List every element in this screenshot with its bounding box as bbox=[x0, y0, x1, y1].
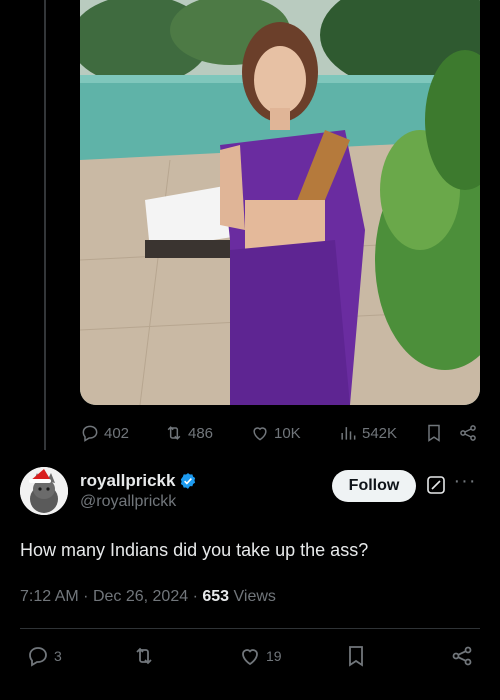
reply-icon bbox=[29, 647, 47, 667]
more-icon[interactable]: ··· bbox=[452, 471, 478, 497]
post-views-label: Views bbox=[233, 588, 276, 605]
photo-illustration bbox=[80, 0, 480, 405]
avatar[interactable] bbox=[20, 467, 68, 515]
bookmark-button[interactable] bbox=[344, 644, 368, 668]
author-handle[interactable]: @royallprickk bbox=[80, 493, 197, 511]
like-icon bbox=[242, 649, 258, 666]
repost-icon bbox=[167, 426, 181, 440]
parent-post-metrics: 402 486 10K 542K bbox=[80, 418, 480, 448]
author-names: royallprickk @royallprickk bbox=[80, 471, 197, 511]
bookmark-icon bbox=[349, 646, 363, 667]
like-icon bbox=[253, 427, 267, 441]
divider bbox=[20, 628, 480, 629]
follow-button[interactable]: Follow bbox=[332, 470, 416, 502]
post-action-bar: 3 19 bbox=[20, 644, 480, 672]
share-icon bbox=[452, 646, 472, 666]
post-author-row: royallprickk @royallprickk Follow ··· bbox=[20, 467, 480, 527]
author-display-name-row[interactable]: royallprickk bbox=[80, 471, 197, 491]
reply-button[interactable]: 3 bbox=[26, 644, 62, 668]
post-photo[interactable] bbox=[80, 0, 480, 405]
post-text: How many Indians did you take up the ass… bbox=[20, 540, 369, 560]
repost-icon bbox=[136, 647, 152, 665]
verified-badge-icon bbox=[179, 472, 197, 490]
views-icon bbox=[341, 427, 356, 440]
post-date[interactable]: Dec 26, 2024 bbox=[93, 588, 188, 605]
repost-button[interactable] bbox=[132, 644, 156, 668]
thread-connector-line bbox=[44, 0, 46, 450]
parent-repost-count: 486 bbox=[188, 424, 214, 442]
parent-share-button[interactable] bbox=[458, 423, 478, 443]
grok-icon[interactable] bbox=[426, 475, 446, 495]
post-meta: 7:12 AM · Dec 26, 2024 · 653 Views bbox=[20, 588, 276, 606]
bookmark-icon bbox=[428, 424, 440, 442]
parent-like-button[interactable]: 10K bbox=[250, 423, 301, 443]
meta-separator: · bbox=[83, 588, 93, 605]
share-icon bbox=[460, 425, 476, 441]
parent-reply-count: 402 bbox=[104, 424, 130, 442]
share-button[interactable] bbox=[450, 644, 474, 668]
parent-like-count: 10K bbox=[274, 424, 301, 442]
parent-reply-button[interactable]: 402 bbox=[80, 423, 129, 443]
meta-separator: · bbox=[192, 588, 203, 605]
parent-bookmark-button[interactable] bbox=[424, 423, 444, 443]
like-button[interactable]: 19 bbox=[238, 644, 282, 668]
parent-repost-button[interactable]: 486 bbox=[164, 423, 213, 443]
author-display-name: royallprickk bbox=[80, 471, 176, 490]
post-time[interactable]: 7:12 AM bbox=[20, 588, 79, 605]
parent-views-count: 542K bbox=[362, 424, 398, 442]
cat-santa-avatar-image bbox=[20, 467, 68, 515]
reply-count: 3 bbox=[54, 648, 62, 664]
reply-icon bbox=[82, 425, 98, 442]
parent-views-button[interactable]: 542K bbox=[338, 423, 397, 443]
post-views-count: 653 bbox=[202, 588, 230, 605]
like-count: 19 bbox=[266, 648, 282, 664]
